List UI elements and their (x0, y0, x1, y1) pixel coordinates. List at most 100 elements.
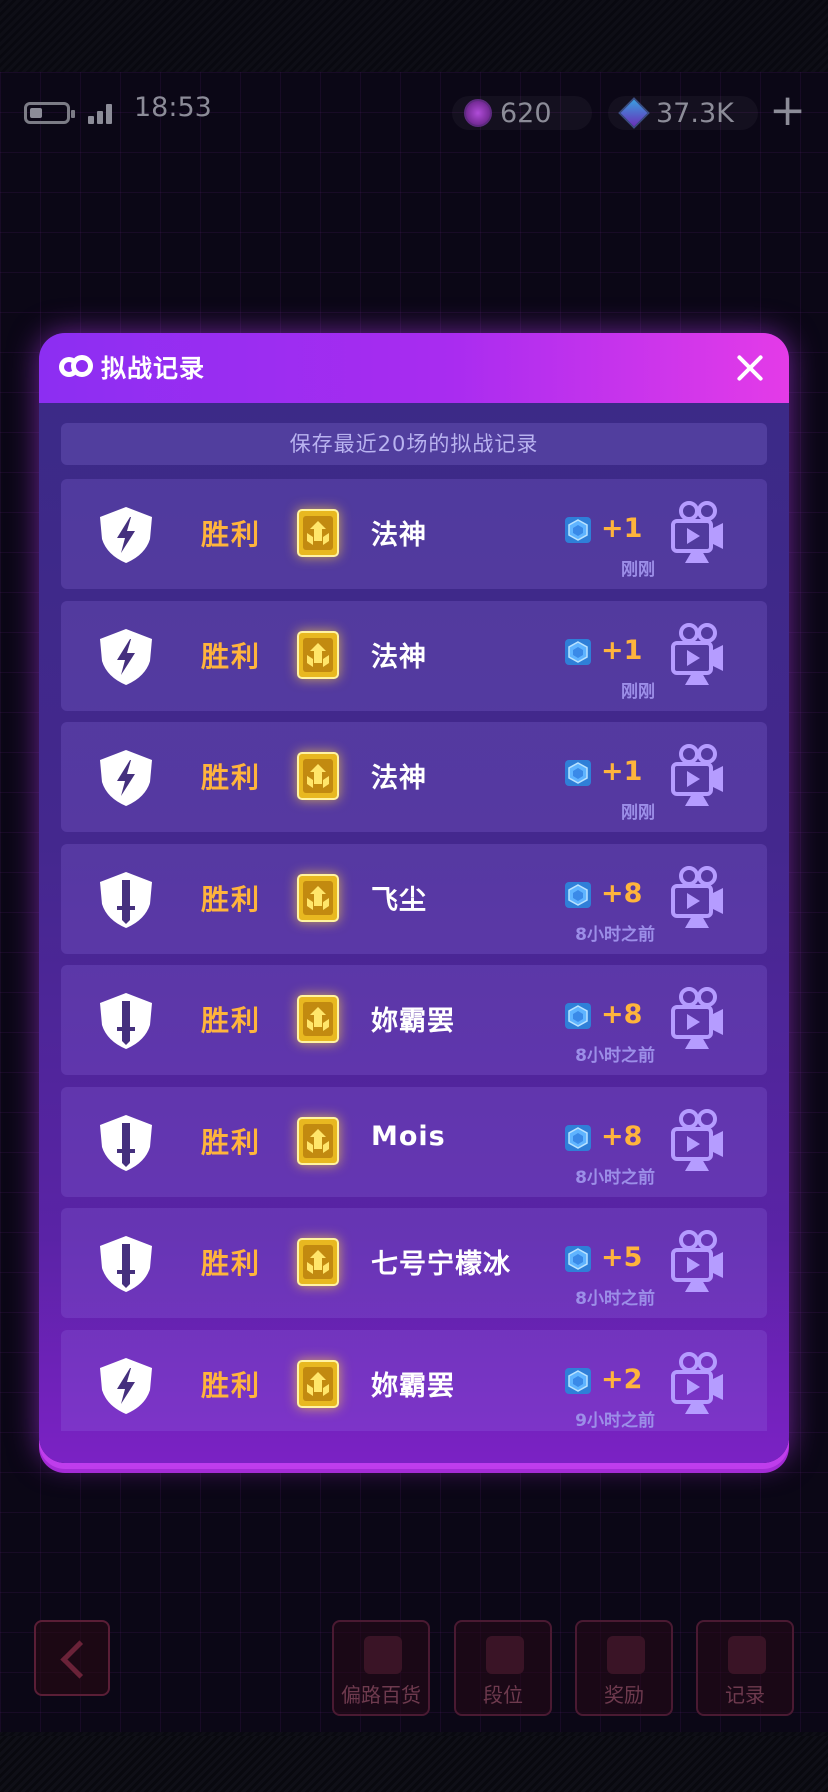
replay-video-button[interactable] (669, 1351, 725, 1416)
gem-icon (563, 880, 593, 910)
opponent-name: 法神 (371, 520, 427, 551)
modal-title: 拟战记录 (101, 354, 206, 383)
back-button[interactable] (34, 1620, 110, 1696)
rank-badge-icon (295, 872, 341, 924)
status-bar: 18:53 620 37.3K + (0, 89, 828, 133)
gem-icon (563, 1366, 593, 1396)
rank-badge-icon (295, 629, 341, 681)
gem-icon (563, 1001, 593, 1031)
modal-header: 拟战记录 (39, 333, 789, 403)
modal-subtitle: 保存最近20场的拟战记录 (61, 423, 767, 465)
replay-video-button[interactable] (669, 1230, 725, 1294)
opponent-name: 妳霸罢 (371, 1006, 455, 1037)
gift-icon (607, 1636, 645, 1674)
record-row: 胜利 法神 +1 刚刚 (61, 722, 767, 832)
record-icon (59, 353, 93, 383)
record-result: 胜利 (201, 882, 262, 916)
score-change: +1 (601, 513, 643, 544)
nav-shop[interactable]: 偏路百货 (332, 1620, 430, 1716)
score-change: +2 (601, 1363, 643, 1395)
opponent-name: 法神 (371, 763, 427, 794)
nav-records[interactable]: 记录 (696, 1620, 794, 1716)
score-change: +1 (601, 634, 643, 666)
replay-video-button[interactable] (669, 987, 725, 1051)
rank-badge-icon (295, 750, 341, 802)
record-row: 胜利 七号宁檬冰 +5 8小时之前 (61, 1208, 767, 1318)
currency-cube[interactable]: 37.3K (608, 96, 758, 130)
nav-rank-label: 段位 (483, 1683, 523, 1707)
replay-video-button[interactable] (669, 744, 725, 808)
record-result: 胜利 (201, 761, 262, 794)
nav-shop-label: 偏路百货 (341, 1683, 421, 1707)
signal-icon (88, 102, 116, 124)
record-result: 胜利 (201, 1004, 262, 1037)
score-change: +8 (601, 1120, 643, 1152)
currency-coin[interactable]: 620 (452, 96, 592, 130)
shop-icon (364, 1636, 402, 1674)
rank-badge-icon (295, 1236, 341, 1288)
replay-video-button[interactable] (669, 1108, 725, 1173)
bottom-nav: 偏路百货 段位 奖励 记录 (0, 1616, 828, 1726)
rank-badge-icon (295, 507, 341, 559)
nav-rank[interactable]: 段位 (454, 1620, 552, 1716)
coin-count: 620 (500, 97, 552, 129)
cube-count: 37.3K (656, 97, 734, 129)
nav-records-label: 记录 (725, 1683, 765, 1707)
coin-icon (464, 99, 492, 127)
opponent-name: 七号宁檬冰 (371, 1249, 511, 1280)
record-time: 刚刚 (621, 681, 655, 702)
folder-video-icon (728, 1636, 766, 1674)
close-icon[interactable] (733, 351, 767, 385)
sword-shield-icon (97, 1113, 155, 1173)
record-result: 胜利 (201, 1125, 262, 1159)
record-time: 8小时之前 (575, 924, 655, 945)
battery-icon (24, 102, 75, 124)
sword-shield-icon (97, 991, 155, 1051)
gem-icon (563, 637, 593, 667)
rank-badge-icon (295, 1115, 341, 1167)
score-change: +1 (601, 756, 643, 787)
record-time: 8小时之前 (575, 1289, 655, 1309)
record-time: 8小时之前 (575, 1046, 655, 1066)
home-indicator (0, 1736, 828, 1792)
replay-video-button[interactable] (669, 622, 725, 687)
gem-icon (563, 758, 593, 788)
record-row: 胜利 妳霸罢 +2 9小时之前 (61, 1329, 767, 1431)
trophy-icon (486, 1636, 524, 1674)
nav-rewards[interactable]: 奖励 (575, 1620, 673, 1716)
rank-badge-icon (295, 1358, 341, 1410)
lightning-shield-icon (97, 627, 155, 687)
status-time: 18:53 (134, 92, 212, 123)
record-row: 胜利 法神 +1 刚刚 (61, 600, 767, 711)
record-time: 8小时之前 (575, 1167, 655, 1188)
opponent-name: 飞尘 (371, 884, 427, 916)
opponent-name: Mois (371, 1120, 446, 1152)
score-change: +5 (601, 1242, 643, 1273)
gem-icon (563, 1244, 593, 1274)
opponent-name: 妳霸罢 (371, 1370, 455, 1402)
add-currency-button[interactable]: + (769, 89, 806, 133)
opponent-name: 法神 (371, 641, 427, 673)
score-change: +8 (601, 999, 643, 1030)
lightning-shield-icon (97, 505, 155, 565)
record-result: 胜利 (201, 1368, 262, 1402)
record-result: 胜利 (201, 518, 262, 551)
record-time: 9小时之前 (575, 1410, 655, 1431)
record-time: 刚刚 (621, 803, 655, 823)
sword-shield-icon (97, 870, 155, 930)
gem-icon (563, 1123, 593, 1153)
record-time: 刚刚 (621, 560, 655, 580)
sword-shield-icon (97, 1234, 155, 1294)
replay-video-button[interactable] (669, 501, 725, 565)
lightning-shield-icon (97, 748, 155, 808)
cube-icon (618, 97, 650, 129)
rank-badge-icon (295, 993, 341, 1045)
record-list[interactable]: 胜利 法神 +1 刚刚 胜利 法神 +1 刚刚 胜利 法神 +1 刚刚 胜利 飞尘 +8 8小时之前 胜利 妳霸罢… (61, 479, 767, 1431)
record-result: 胜利 (201, 1247, 262, 1280)
screen: 18:53 620 37.3K + 偏路百货 段位 奖励 记录 拟战记录 保存最… (0, 0, 828, 1792)
battle-record-modal: 拟战记录 保存最近20场的拟战记录 胜利 法神 +1 刚刚 胜利 法神 +1 刚刚 胜利 法神 +1… (39, 333, 789, 1463)
nav-rewards-label: 奖励 (604, 1683, 644, 1707)
gem-icon (563, 515, 593, 545)
replay-video-button[interactable] (669, 865, 725, 930)
score-change: +8 (601, 877, 643, 909)
